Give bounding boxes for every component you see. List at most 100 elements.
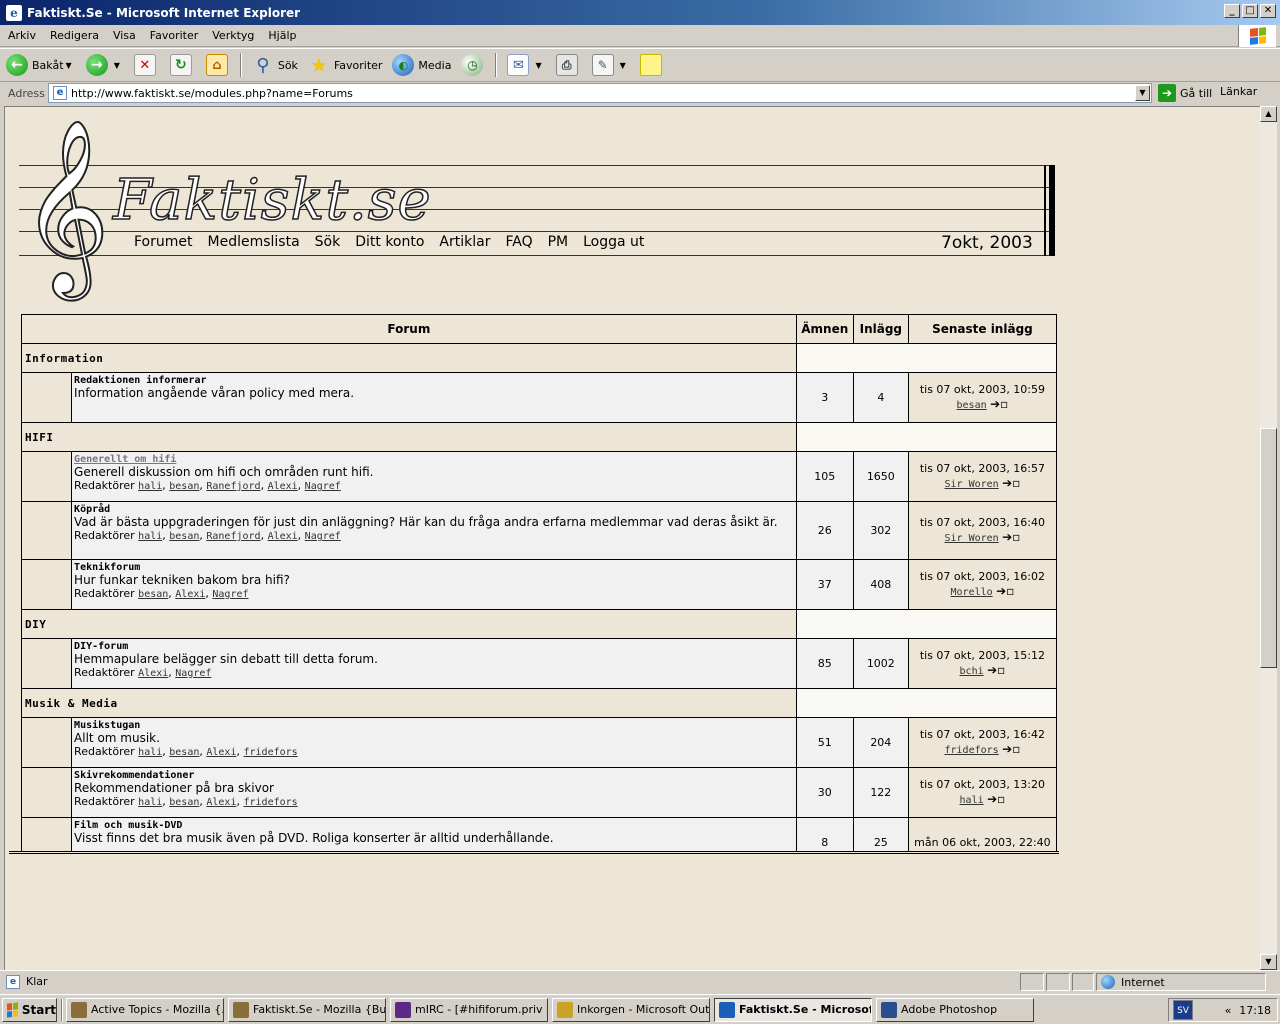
go-button[interactable]: ➔ Gå till: [1158, 83, 1212, 103]
notes-button[interactable]: [636, 51, 670, 79]
maximize-button[interactable]: □: [1242, 4, 1258, 18]
moderator-link[interactable]: Nagref: [212, 589, 248, 600]
moderator-link[interactable]: Ranefjord: [206, 481, 260, 492]
category-name[interactable]: Information: [21, 343, 797, 373]
nav-faq[interactable]: FAQ: [505, 234, 532, 250]
print-button[interactable]: ⎙: [552, 51, 586, 79]
media-button[interactable]: ◐ Media: [388, 51, 455, 79]
nav-forumet[interactable]: Forumet: [134, 234, 193, 250]
forum-title-link[interactable]: DIY-forum: [74, 641, 794, 652]
category-name[interactable]: DIY: [21, 609, 797, 639]
moderator-link[interactable]: besan: [169, 481, 199, 492]
forum-title-link[interactable]: Teknikforum: [74, 562, 794, 573]
scroll-up-icon[interactable]: ▲: [1260, 106, 1277, 122]
mail-button[interactable]: ✉ ▼: [503, 51, 549, 79]
forward-dropdown-icon[interactable]: ▼: [114, 61, 120, 70]
history-button[interactable]: ◷: [457, 51, 491, 79]
moderator-link[interactable]: Alexi: [175, 589, 205, 600]
nav-artiklar[interactable]: Artiklar: [439, 234, 490, 250]
moderator-link[interactable]: besan: [138, 589, 168, 600]
menu-hjalp[interactable]: Hjälp: [262, 29, 302, 42]
vertical-scrollbar[interactable]: ▲ ▼: [1260, 106, 1277, 970]
taskbar-button[interactable]: Inkorgen - Microsoft Outl...: [552, 997, 710, 1022]
last-post-user-link[interactable]: Morello: [951, 587, 993, 598]
close-button[interactable]: ✕: [1260, 4, 1276, 18]
last-post-user-link[interactable]: hali: [960, 795, 984, 806]
stop-button[interactable]: ✕: [130, 51, 164, 79]
edit-button[interactable]: ✎ ▼: [588, 51, 634, 79]
scroll-thumb[interactable]: [1260, 428, 1277, 668]
forward-button[interactable]: → ▼: [82, 51, 128, 79]
last-post-user-link[interactable]: fridefors: [944, 745, 998, 756]
moderator-link[interactable]: hali: [138, 531, 162, 542]
moderator-link[interactable]: Alexi: [268, 531, 298, 542]
moderator-link[interactable]: Nagref: [305, 531, 341, 542]
taskbar-button[interactable]: Active Topics - Mozilla {...: [66, 997, 224, 1022]
address-url[interactable]: http://www.faktiskt.se/modules.php?name=…: [71, 87, 353, 100]
taskbar-button[interactable]: Faktiskt.Se - Microsof...: [714, 997, 872, 1022]
forum-title-link[interactable]: Skivrekommendationer: [74, 770, 794, 781]
tray-chevron-icon[interactable]: «: [1225, 1004, 1232, 1017]
last-post-user-link[interactable]: Sir Woren: [944, 479, 998, 490]
links-button[interactable]: Länkar: [1220, 85, 1257, 98]
category-name[interactable]: Musik & Media: [21, 688, 797, 718]
scroll-down-icon[interactable]: ▼: [1260, 954, 1277, 970]
goto-post-icon[interactable]: ➔▫: [996, 584, 1014, 598]
mail-dropdown-icon[interactable]: ▼: [535, 61, 541, 70]
forum-title-link[interactable]: Film och musik-DVD: [74, 820, 794, 831]
back-button[interactable]: ← Bakåt ▼: [2, 51, 80, 79]
moderator-link[interactable]: fridefors: [243, 797, 297, 808]
goto-post-icon[interactable]: ➔▫: [987, 792, 1005, 806]
favorites-button[interactable]: ★ Favoriter: [304, 51, 386, 79]
nav-logga-ut[interactable]: Logga ut: [583, 234, 644, 250]
moderator-link[interactable]: fridefors: [243, 747, 297, 758]
moderator-link[interactable]: hali: [138, 797, 162, 808]
forum-title-link[interactable]: Köpråd: [74, 504, 794, 515]
last-post-user-link[interactable]: besan: [957, 400, 987, 411]
edit-dropdown-icon[interactable]: ▼: [620, 61, 626, 70]
back-dropdown-icon[interactable]: ▼: [66, 61, 72, 70]
moderator-link[interactable]: besan: [169, 747, 199, 758]
goto-post-icon[interactable]: ➔▫: [1002, 742, 1020, 756]
nav-medlemslista[interactable]: Medlemslista: [208, 234, 300, 250]
moderator-link[interactable]: hali: [138, 481, 162, 492]
site-logo[interactable]: Faktiskt.se: [112, 167, 432, 234]
goto-post-icon[interactable]: ➔▫: [1002, 530, 1020, 544]
goto-post-icon[interactable]: ➔▫: [990, 397, 1008, 411]
moderator-link[interactable]: besan: [169, 531, 199, 542]
forum-title-link[interactable]: Redaktionen informerar: [74, 375, 794, 386]
last-post-user-link[interactable]: Sir Woren: [944, 533, 998, 544]
nav-sok[interactable]: Sök: [315, 234, 341, 250]
taskbar-button[interactable]: Adobe Photoshop: [876, 997, 1034, 1022]
refresh-button[interactable]: ↻: [166, 51, 200, 79]
category-name[interactable]: HIFI: [21, 422, 797, 452]
menu-redigera[interactable]: Redigera: [44, 29, 105, 42]
forum-title-link[interactable]: Musikstugan: [74, 720, 794, 731]
address-input[interactable]: e http://www.faktiskt.se/modules.php?nam…: [48, 83, 1152, 103]
menu-arkiv[interactable]: Arkiv: [2, 29, 42, 42]
moderator-link[interactable]: besan: [169, 797, 199, 808]
moderator-link[interactable]: Nagref: [305, 481, 341, 492]
moderator-link[interactable]: Alexi: [268, 481, 298, 492]
menu-verktyg[interactable]: Verktyg: [206, 29, 260, 42]
moderator-link[interactable]: Ranefjord: [206, 531, 260, 542]
goto-post-icon[interactable]: ➔▫: [1002, 476, 1020, 490]
goto-post-icon[interactable]: ➔▫: [987, 663, 1005, 677]
taskbar-button[interactable]: Faktiskt.Se - Mozilla {Buil...: [228, 997, 386, 1022]
search-button[interactable]: ⚲ Sök: [248, 51, 302, 79]
minimize-button[interactable]: _: [1224, 4, 1240, 18]
moderator-link[interactable]: Alexi: [138, 668, 168, 679]
moderator-link[interactable]: Nagref: [175, 668, 211, 679]
nav-pm[interactable]: PM: [548, 234, 569, 250]
menu-favoriter[interactable]: Favoriter: [144, 29, 204, 42]
moderator-link[interactable]: Alexi: [206, 797, 236, 808]
start-button[interactable]: Start: [2, 997, 57, 1022]
taskbar-button[interactable]: mIRC - [#hififorum.priv [...: [390, 997, 548, 1022]
menu-visa[interactable]: Visa: [107, 29, 142, 42]
nav-ditt-konto[interactable]: Ditt konto: [355, 234, 424, 250]
last-post-user-link[interactable]: bchi: [960, 666, 984, 677]
home-button[interactable]: ⌂: [202, 51, 236, 79]
forum-title-link[interactable]: Generellt om hifi: [74, 454, 794, 465]
moderator-link[interactable]: hali: [138, 747, 162, 758]
moderator-link[interactable]: Alexi: [206, 747, 236, 758]
